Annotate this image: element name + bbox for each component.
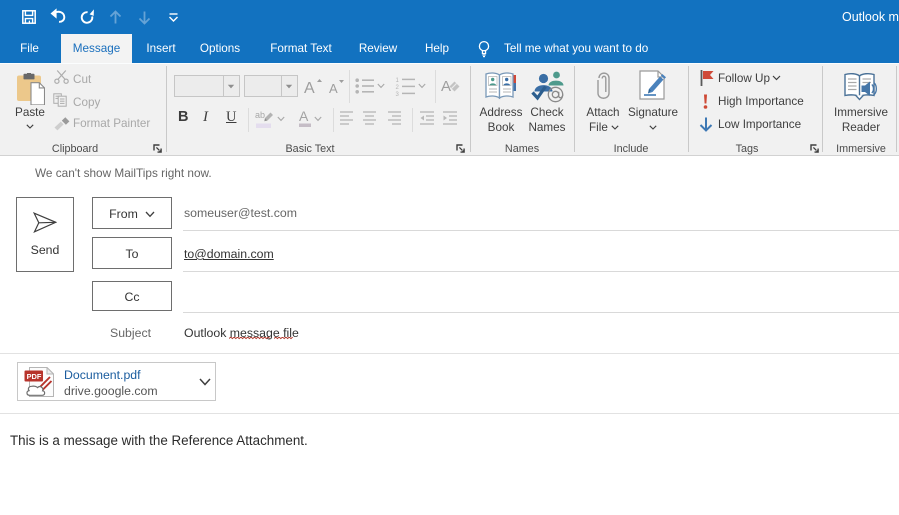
svg-text:3: 3 bbox=[396, 92, 400, 96]
svg-text:1: 1 bbox=[396, 78, 400, 84]
svg-text:2: 2 bbox=[396, 85, 400, 91]
svg-text:A: A bbox=[304, 80, 315, 95]
svg-text:PDF: PDF bbox=[27, 372, 42, 381]
svg-text:A: A bbox=[299, 108, 309, 124]
svg-text:A: A bbox=[329, 81, 338, 95]
svg-text:ab: ab bbox=[255, 110, 265, 120]
